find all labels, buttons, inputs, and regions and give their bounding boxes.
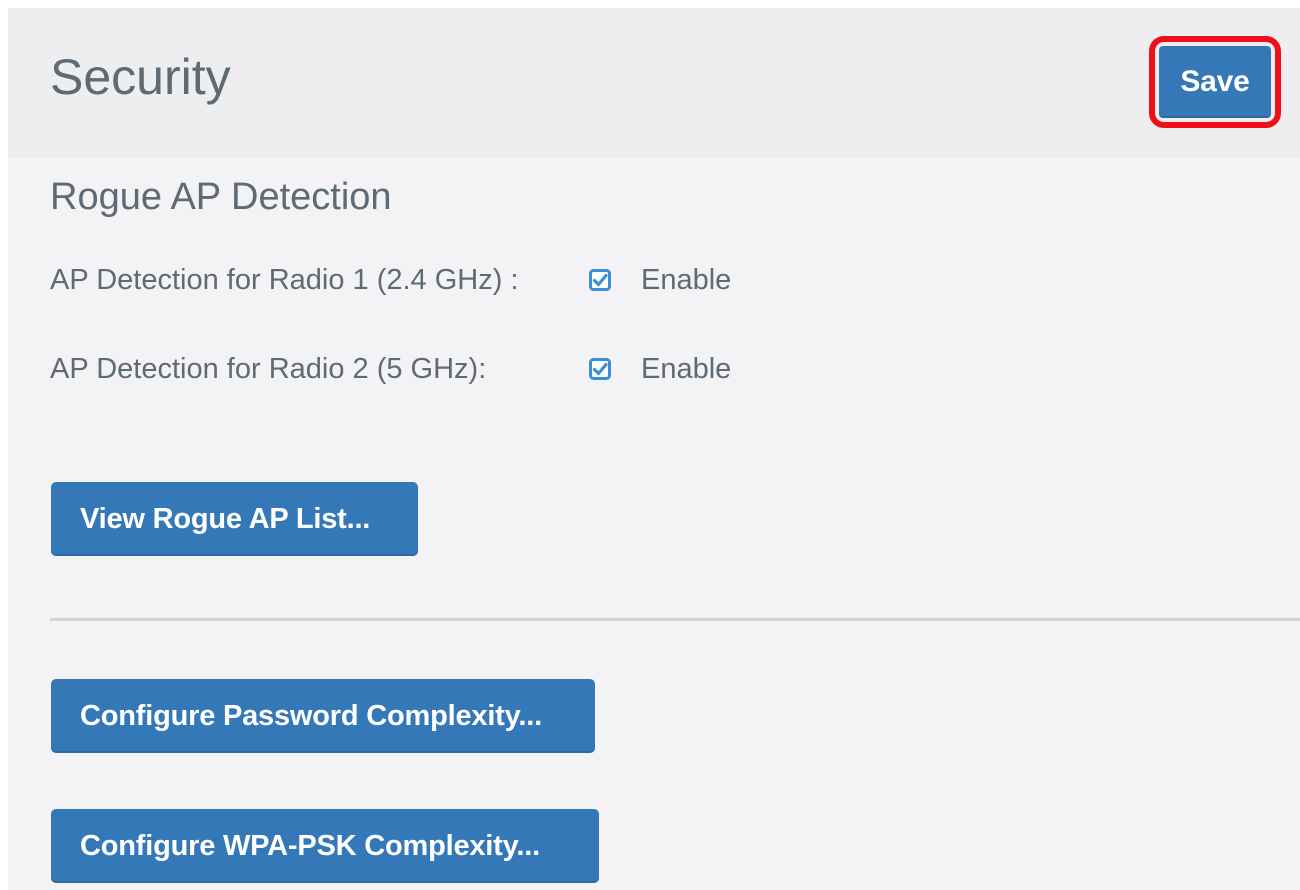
radio2-detection-label: AP Detection for Radio 2 (5 GHz): (50, 353, 487, 385)
rogue-ap-detection-heading: Rogue AP Detection (50, 176, 392, 218)
section-divider (50, 618, 1300, 621)
save-button[interactable]: Save (1159, 46, 1271, 118)
configure-password-complexity-button[interactable]: Configure Password Complexity... (51, 679, 595, 753)
radio1-enable-label[interactable]: Enable (641, 266, 731, 295)
radio2-enable-label[interactable]: Enable (641, 355, 731, 384)
radio1-enable-checkbox[interactable] (589, 269, 611, 291)
checkbox-checked-icon (589, 358, 611, 380)
radio2-enable-checkbox[interactable] (589, 358, 611, 380)
checkbox-checked-icon (589, 269, 611, 291)
security-page: Security Save Rogue AP Detection AP Dete… (8, 8, 1300, 890)
page-title: Security (50, 49, 231, 105)
page-header: Security Save (8, 8, 1300, 158)
configure-wpa-psk-complexity-button[interactable]: Configure WPA-PSK Complexity... (51, 809, 599, 883)
radio1-detection-label: AP Detection for Radio 1 (2.4 GHz) : (50, 264, 519, 296)
view-rogue-ap-list-button[interactable]: View Rogue AP List... (51, 482, 418, 556)
